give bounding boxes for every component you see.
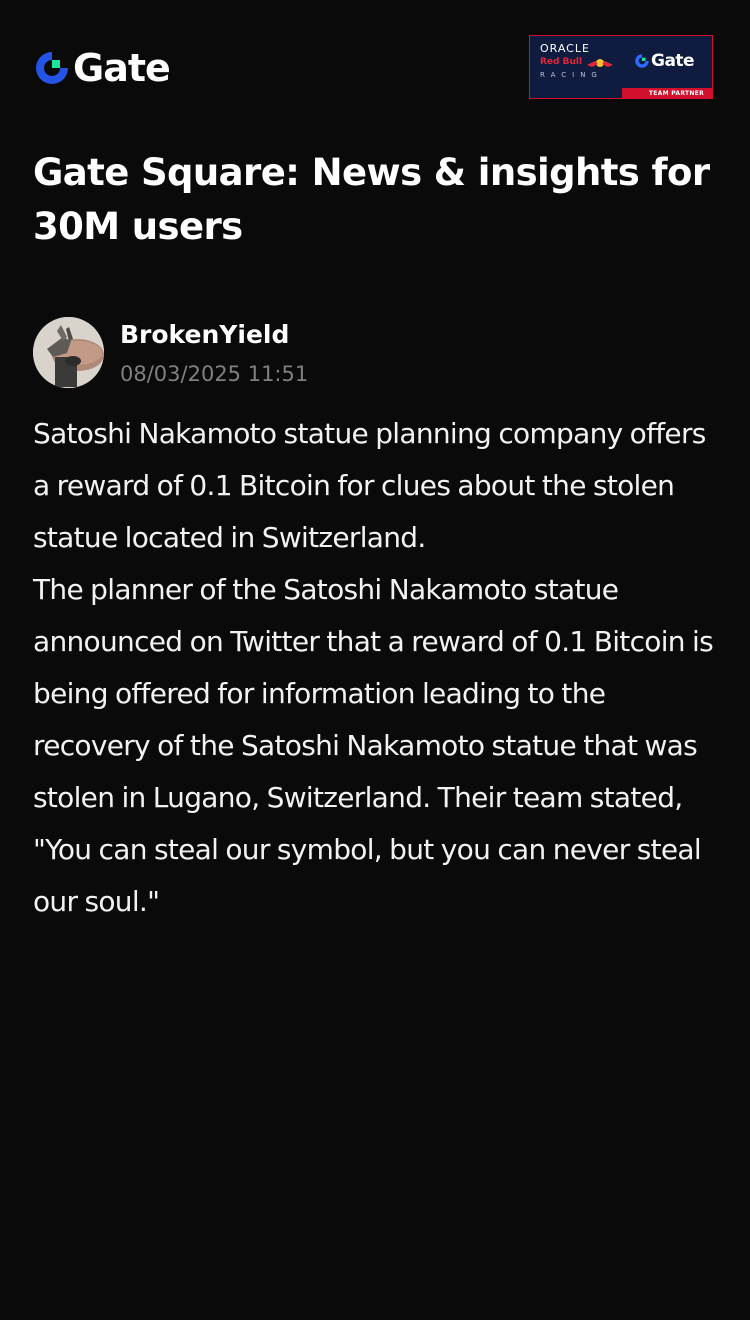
avatar-image-icon <box>33 317 104 388</box>
racing-wordmark: RACING <box>540 71 603 79</box>
partner-gate-logo: Gate <box>634 51 695 71</box>
author-name[interactable]: BrokenYield <box>120 319 289 351</box>
page-title: Gate Square: News & insights for 30M use… <box>33 151 710 248</box>
team-partner-banner[interactable]: ORACLE Red Bull RACING Gate TEAM PARTNER <box>529 35 713 99</box>
top-header: Gate ORACLE Red Bull RACING Gate TEAM PA… <box>0 0 750 130</box>
redbull-icon <box>587 59 613 67</box>
partner-gate-text: Gate <box>651 51 695 71</box>
team-partner-label: TEAM PARTNER <box>648 90 704 97</box>
logo-text: Gate <box>73 46 171 90</box>
post-paragraph: Satoshi Nakamoto statue planning company… <box>33 417 706 554</box>
gate-logo[interactable]: Gate <box>33 46 171 90</box>
gate-logo-icon <box>36 52 68 84</box>
post-body: Satoshi Nakamoto statue planning company… <box>33 408 723 928</box>
redbull-wordmark: Red Bull <box>540 57 583 67</box>
post-paragraph: The planner of the Satoshi Nakamoto stat… <box>33 573 714 918</box>
gate-logo-icon <box>635 54 649 68</box>
post-timestamp: 08/03/2025 11:51 <box>120 362 309 386</box>
avatar[interactable] <box>33 317 104 388</box>
oracle-wordmark: ORACLE <box>540 42 590 55</box>
